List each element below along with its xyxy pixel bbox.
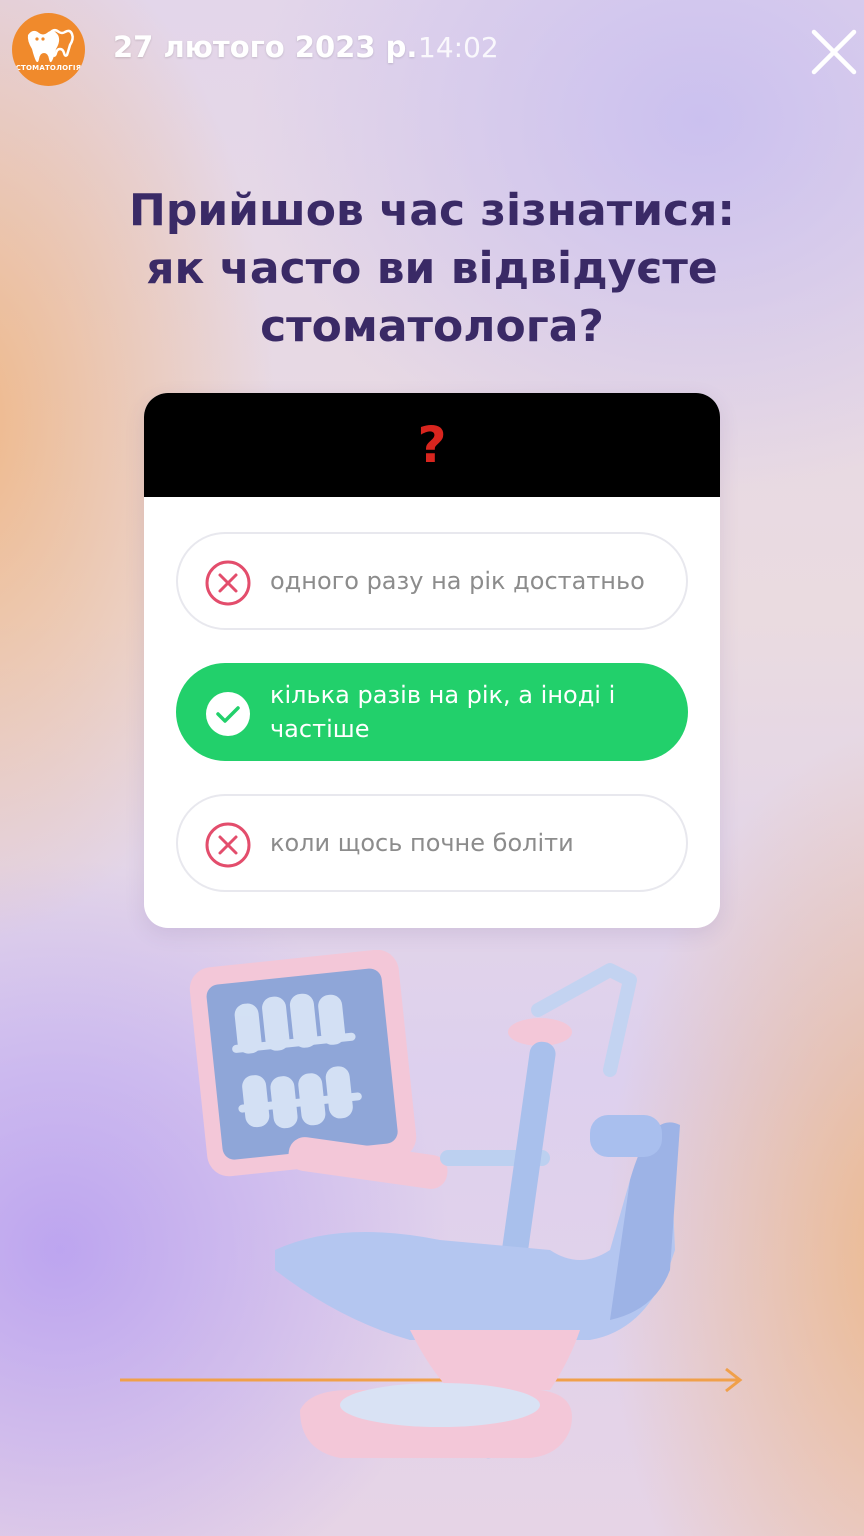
story-title: Прийшов час зізнатися: як часто ви відві… [100, 182, 764, 356]
quiz-card: ? одного разу на рік достатньо кілька ра… [144, 393, 720, 928]
title-line-2: як часто ви відвідуєте [146, 243, 718, 294]
quiz-option-label: одного разу на рік достатньо [270, 567, 645, 595]
quiz-option-1[interactable]: одного разу на рік достатньо [176, 532, 688, 630]
close-icon [811, 29, 857, 75]
chair-floor-disc [340, 1383, 540, 1427]
wrong-answer-icon [205, 560, 251, 606]
quiz-option-label: коли щось почне боліти [270, 829, 574, 857]
profile-avatar[interactable]: СТОМАТОЛОГІЯ [12, 13, 85, 86]
quiz-option-2[interactable]: кілька разів на рік, а іноді і частіше [176, 663, 688, 761]
wrong-answer-icon [205, 822, 251, 868]
story-date: 27 лютого 2023 р. [113, 30, 418, 64]
quiz-option-3[interactable]: коли щось почне боліти [176, 794, 688, 892]
close-button[interactable] [806, 24, 862, 80]
title-line-1: Прийшов час зізнатися: [129, 185, 735, 236]
quiz-option-label: кілька разів на рік, а іноді і частіше [270, 681, 616, 743]
check-icon [206, 692, 250, 736]
title-line-3: стоматолога? [260, 301, 604, 352]
quiz-prompt: ? [144, 393, 720, 497]
story-header: СТОМАТОЛОГІЯ 27 лютого 2023 р. 14:02 [0, 0, 864, 100]
chair-headrest [590, 1115, 662, 1157]
dental-chair-illustration [120, 950, 743, 1459]
story-time: 14:02 [418, 31, 499, 64]
lamp-head [508, 1018, 572, 1046]
tooth-logo-icon [27, 29, 74, 63]
avatar-label: СТОМАТОЛОГІЯ [15, 64, 82, 72]
